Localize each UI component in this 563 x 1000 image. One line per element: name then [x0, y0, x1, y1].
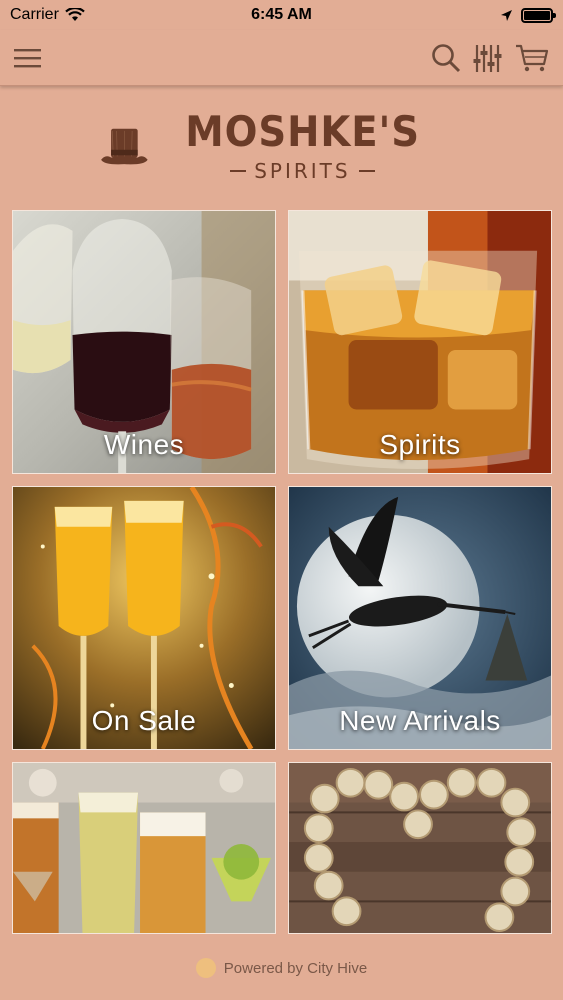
category-tile-spirits[interactable]: Spirits [288, 210, 552, 474]
logo-subtitle-row: SPIRITS [230, 159, 375, 183]
wifi-icon [65, 8, 85, 21]
search-icon[interactable] [431, 43, 461, 73]
status-bar: Carrier 6:45 AM [0, 0, 563, 30]
category-tile-wines[interactable]: Wines [12, 210, 276, 474]
logo-subtitle: SPIRITS [254, 159, 351, 183]
nav-bar [0, 30, 563, 86]
category-tile-new-arrivals[interactable]: New Arrivals [288, 486, 552, 750]
powered-by-footer: Powered by City Hive [0, 936, 563, 1000]
battery-icon [521, 7, 556, 23]
location-arrow-icon [501, 9, 512, 21]
category-label: Spirits [379, 429, 461, 460]
hamburger-menu-icon[interactable] [14, 47, 42, 69]
nav-actions [431, 43, 549, 73]
cocktails-image [13, 763, 275, 933]
logo-title: MOSHKE'S [184, 107, 420, 156]
filter-sliders-icon[interactable] [473, 43, 503, 73]
status-right [500, 7, 556, 23]
category-tile-drinks[interactable] [12, 762, 276, 934]
category-tile-accessories[interactable] [288, 762, 552, 934]
category-label: New Arrivals [339, 705, 501, 736]
carrier-label: Carrier [10, 6, 59, 23]
category-label: Wines [103, 429, 185, 460]
status-left: Carrier [10, 6, 85, 24]
city-hive-logo-icon [195, 958, 216, 978]
category-label: On Sale [91, 705, 197, 736]
shopping-cart-icon[interactable] [515, 43, 549, 73]
top-hat-icon [101, 128, 148, 165]
logo-dash-right [358, 170, 375, 172]
powered-by-text[interactable]: Powered by City Hive [224, 960, 367, 977]
logo-dash-left [230, 170, 247, 172]
logo-text: MOSHKE'S SPIRITS [175, 107, 430, 184]
battery-level [524, 10, 550, 20]
corks-heart-image [289, 763, 551, 933]
category-tile-on-sale[interactable]: On Sale [12, 486, 276, 750]
store-logo: MOSHKE'S SPIRITS [100, 102, 430, 192]
